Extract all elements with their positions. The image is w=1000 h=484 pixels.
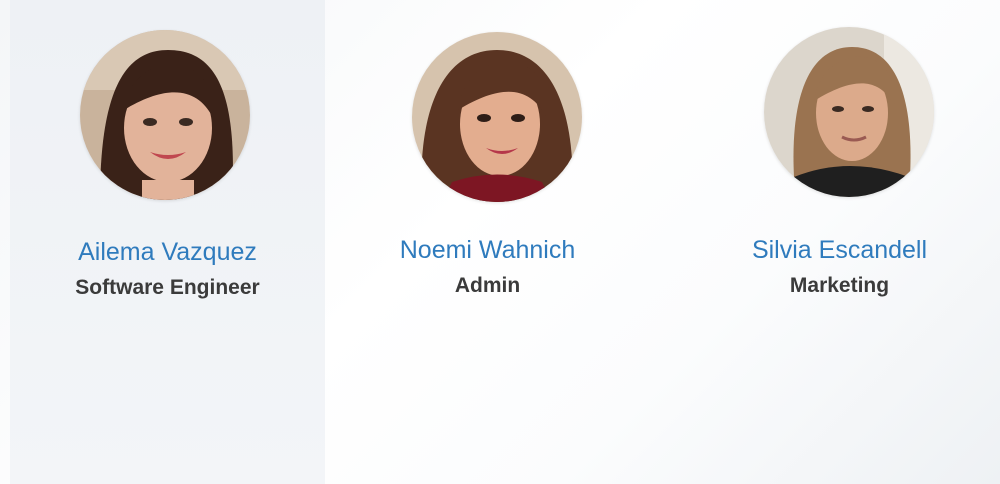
member-name[interactable]: Noemi Wahnich xyxy=(330,236,645,265)
profile-photo-icon xyxy=(764,27,934,197)
avatar[interactable] xyxy=(80,30,250,200)
team-grid: Ailema Vazquez Software Engineer Noemi W… xyxy=(0,0,1000,484)
member-role: Software Engineer xyxy=(75,276,260,299)
member-role: Admin xyxy=(454,274,521,297)
profile-photo-icon xyxy=(412,32,582,202)
team-card-silvia-escandell[interactable]: Silvia Escandell Marketing xyxy=(682,0,997,484)
member-name[interactable]: Silvia Escandell xyxy=(682,236,997,265)
avatar[interactable] xyxy=(764,27,934,197)
member-name[interactable]: Ailema Vazquez xyxy=(10,238,325,267)
team-card-noemi-wahnich[interactable]: Noemi Wahnich Admin xyxy=(330,0,645,484)
avatar[interactable] xyxy=(412,32,582,202)
member-role: Marketing xyxy=(789,274,890,297)
team-card-ailema-vazquez[interactable]: Ailema Vazquez Software Engineer xyxy=(10,0,325,484)
profile-photo-icon xyxy=(80,30,250,200)
